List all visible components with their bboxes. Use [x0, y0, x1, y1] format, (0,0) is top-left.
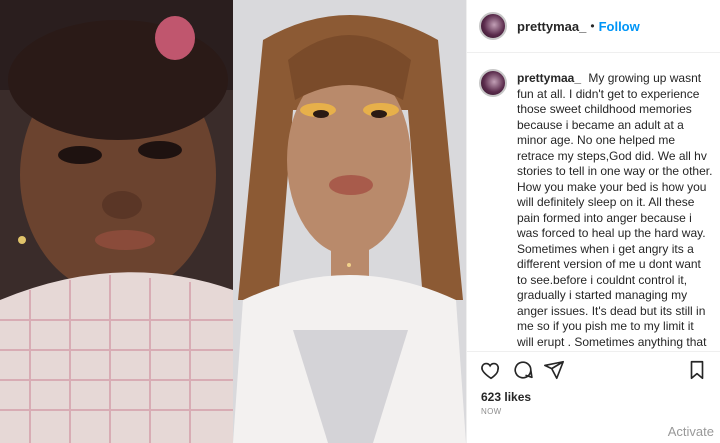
post-timestamp: NOW — [481, 407, 502, 416]
caption-body: My growing up wasnt fun at all. I didn't… — [517, 71, 713, 351]
heart-icon[interactable] — [479, 358, 503, 382]
caption-username[interactable]: prettymaa_ — [517, 71, 581, 85]
photo-adult — [233, 0, 466, 443]
activate-watermark: Activate — [667, 424, 714, 439]
separator-dot: • — [590, 19, 595, 33]
comment-icon[interactable] — [511, 358, 535, 382]
child-photo-illustration — [0, 0, 233, 443]
share-icon[interactable] — [542, 358, 566, 382]
photo-child — [0, 0, 233, 443]
caption-avatar[interactable] — [479, 69, 507, 97]
caption-text: prettymaa_ My growing up wasnt fun at al… — [517, 71, 713, 351]
divider — [467, 351, 720, 352]
post-header: prettymaa_ • Follow — [467, 0, 720, 53]
caption-area[interactable]: prettymaa_ My growing up wasnt fun at al… — [467, 53, 720, 351]
avatar[interactable] — [479, 12, 507, 40]
action-bar — [467, 358, 720, 386]
post-sidebar: prettymaa_ • Follow prettymaa_ My growin… — [466, 0, 720, 443]
bookmark-icon[interactable] — [685, 358, 709, 382]
adult-photo-illustration — [233, 0, 466, 443]
likes-count[interactable]: 623 likes — [481, 390, 531, 404]
username-link[interactable]: prettymaa_ — [517, 19, 586, 34]
post-image[interactable] — [0, 0, 466, 443]
follow-button[interactable]: Follow — [599, 19, 640, 34]
